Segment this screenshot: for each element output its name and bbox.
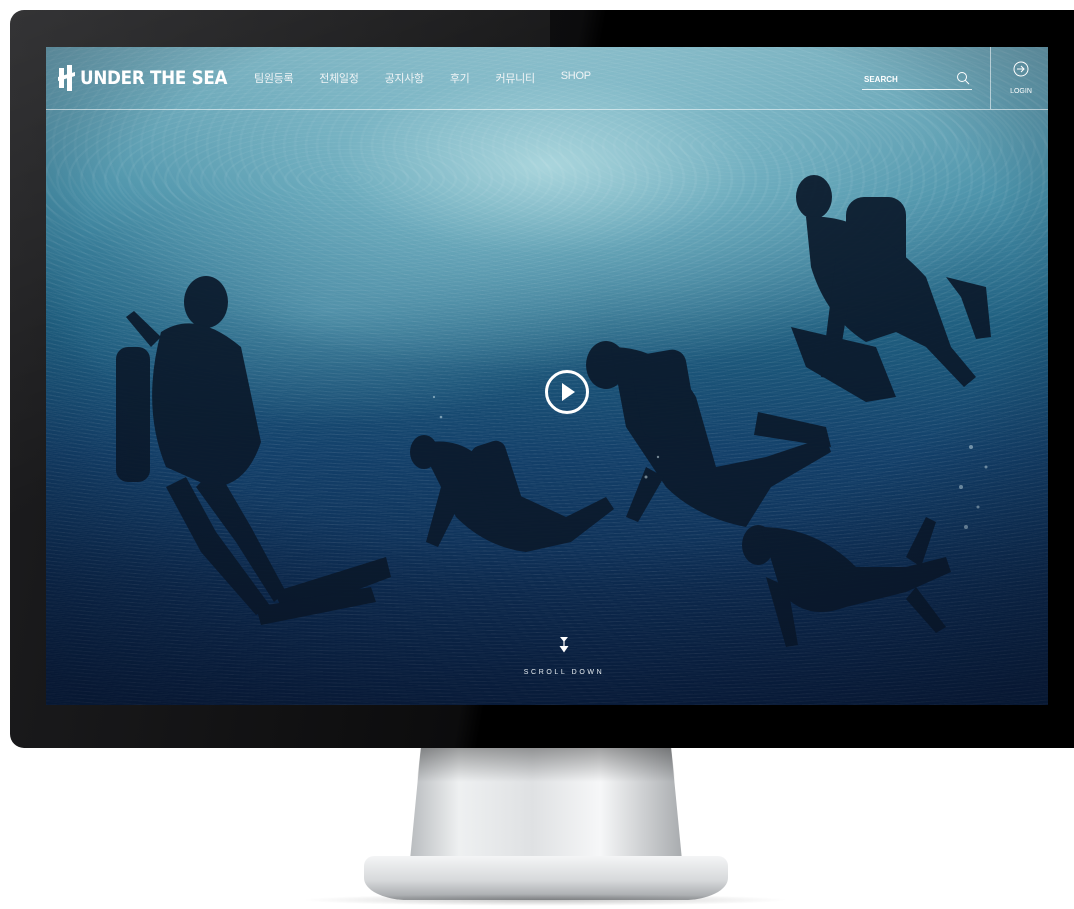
search-icon[interactable] [956, 71, 970, 85]
scroll-down-indicator[interactable]: SCROLL DOWN [509, 637, 619, 679]
nav-item-community[interactable]: 커뮤니티 [495, 70, 535, 86]
screen: UNDER THE SEA 팀원등록 전체일정 공지사항 후기 커뮤니티 SHO… [46, 47, 1048, 705]
site-logo[interactable]: UNDER THE SEA [58, 65, 247, 91]
scroll-down-label: SCROLL DOWN [523, 669, 605, 676]
play-icon [562, 383, 575, 401]
nav-item-schedule[interactable]: 전체일정 [319, 70, 359, 86]
logo-mark-icon [58, 65, 75, 91]
site-header: UNDER THE SEA 팀원등록 전체일정 공지사항 후기 커뮤니티 SHO… [46, 47, 1048, 110]
scroll-down-arrow-icon [559, 637, 569, 653]
login-label: LOGIN [1010, 88, 1032, 95]
play-video-button[interactable] [545, 370, 589, 414]
nav-item-shop[interactable]: SHOP [561, 70, 591, 86]
vignette [46, 47, 1048, 705]
monitor-frame: UNDER THE SEA 팀원등록 전체일정 공지사항 후기 커뮤니티 SHO… [10, 10, 1074, 748]
monitor-floor-shadow [300, 894, 790, 906]
nav-item-notice[interactable]: 공지사항 [385, 70, 425, 86]
nav-item-team-register[interactable]: 팀원등록 [254, 70, 294, 86]
monitor-stand-shadow [416, 748, 676, 782]
search-input[interactable] [862, 71, 952, 87]
search-box [862, 69, 972, 90]
main-nav: 팀원등록 전체일정 공지사항 후기 커뮤니티 SHOP [254, 70, 617, 86]
header-divider [990, 47, 991, 109]
nav-item-review[interactable]: 후기 [450, 70, 470, 86]
logo-text: UNDER THE SEA [80, 67, 228, 89]
login-button[interactable]: LOGIN [1001, 61, 1041, 98]
login-arrow-icon [1013, 61, 1029, 77]
